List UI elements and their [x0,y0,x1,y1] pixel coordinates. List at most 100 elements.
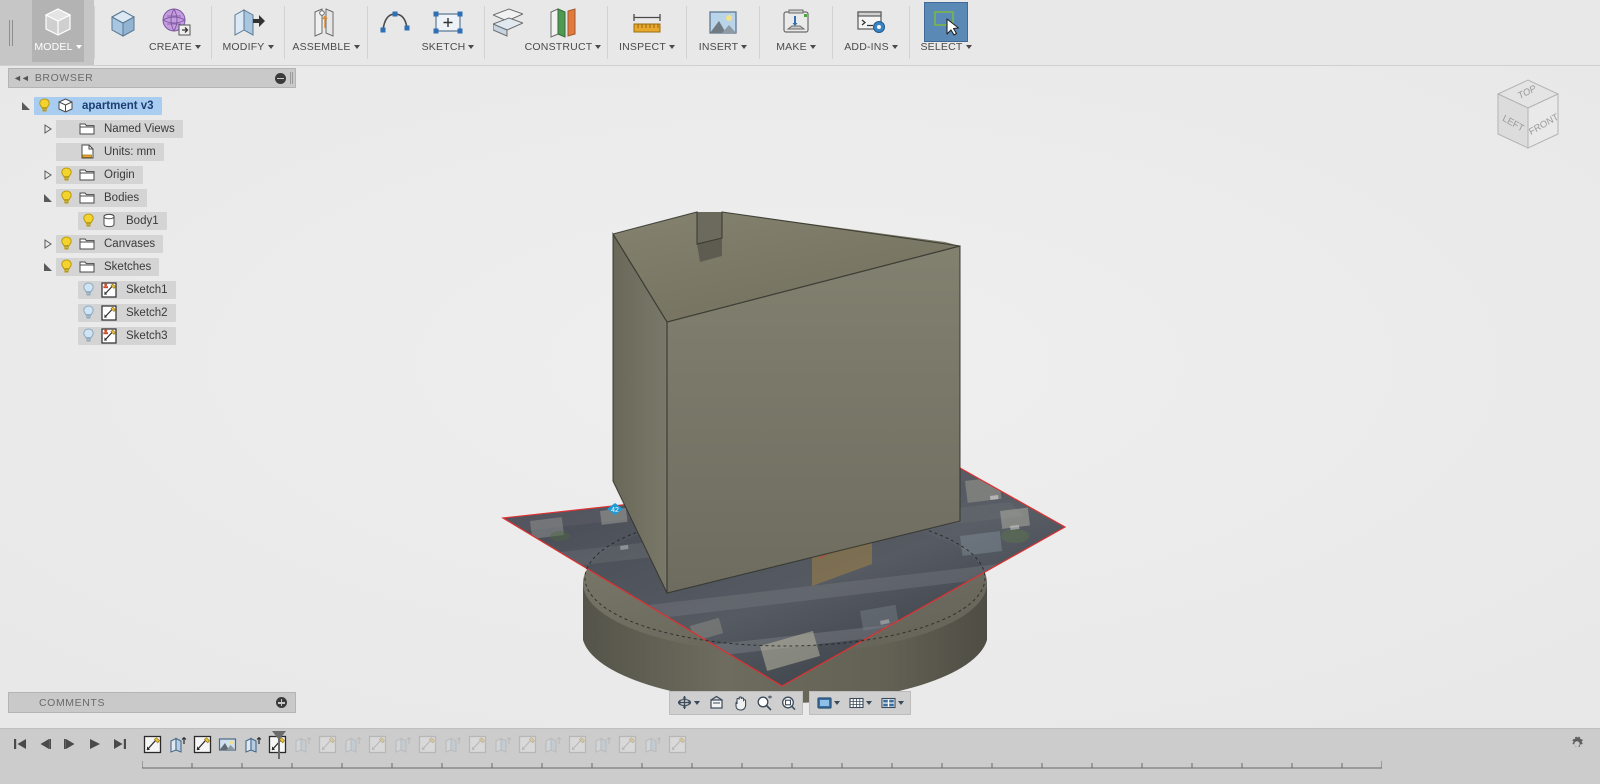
timeline-feature-extrude[interactable] [440,733,465,756]
addins-menu-button[interactable]: ADD-INS [839,0,903,65]
assemble-menu-button[interactable]: ASSEMBLE [291,0,361,65]
chevron-down-icon[interactable] [694,701,700,705]
twisty-open-icon[interactable] [40,262,56,272]
add-comment-icon[interactable] [276,697,287,708]
timeline-feature-sketch[interactable] [140,733,165,756]
workspace-model-button[interactable]: MODEL [28,0,88,65]
tree-node-sketches[interactable]: Sketches [8,255,296,278]
chevron-down-icon[interactable] [898,701,904,705]
panel-grip[interactable] [290,72,291,84]
timeline-feature-extrude[interactable] [290,733,315,756]
timeline-feature-extrude[interactable] [240,733,265,756]
timeline-feature-extrude[interactable] [640,733,665,756]
tree-node-origin[interactable]: Origin [8,163,296,186]
lightbulb-on-icon[interactable] [34,98,54,113]
collapse-left-icon[interactable]: ◄◄ [13,73,30,83]
timeline-feature-sketch[interactable] [365,733,390,756]
chevron-down-icon[interactable] [668,45,675,50]
chevron-down-icon[interactable] [595,45,602,50]
toolbar-grip[interactable] [0,0,22,65]
tree-node-chip[interactable]: Sketches [56,257,160,276]
tree-node-chip[interactable]: apartment v3 [34,96,162,115]
timeline-feature-sketch[interactable] [415,733,440,756]
tree-node-canvases[interactable]: Canvases [8,232,296,255]
tree-node-chip[interactable]: Body1 [78,211,167,230]
timeline-feature-sketch[interactable] [615,733,640,756]
chevron-down-icon[interactable] [809,45,816,50]
tree-node-chip[interactable]: Sketch1 [78,280,176,299]
lightbulb-on-icon[interactable] [56,167,76,182]
timeline-feature-sketch[interactable] [190,733,215,756]
chevron-down-icon[interactable] [891,45,898,50]
tree-node-apartment-v3[interactable]: apartment v3 [8,94,296,117]
twisty-closed-icon[interactable] [40,169,56,180]
tree-node-chip[interactable]: Canvases [56,234,164,253]
chevron-down-icon[interactable] [741,45,748,50]
comments-panel[interactable]: COMMENTS [8,692,296,713]
tree-node-chip[interactable]: Bodies [56,188,148,207]
twisty-closed-icon[interactable] [40,238,56,249]
timeline-feature-extrude[interactable] [165,733,190,756]
play-icon[interactable] [83,733,107,755]
tree-node-chip[interactable]: Units: mm [56,142,164,161]
tree-node-units-mm[interactable]: Units: mm [8,140,296,163]
lightbulb-on-icon[interactable] [56,236,76,251]
inspect-menu-button[interactable]: INSPECT [614,0,680,65]
tree-node-sketch2[interactable]: Sketch2 [8,301,296,324]
twisty-open-icon[interactable] [40,193,56,203]
insert-menu-button[interactable]: INSERT [693,0,753,65]
select-menu-button[interactable]: SELECT [916,0,976,65]
tree-node-body1[interactable]: Body1 [8,209,296,232]
step-forward-icon[interactable] [58,733,82,755]
timeline-feature-sketch[interactable] [665,733,690,756]
make-menu-button[interactable]: MAKE [766,0,826,65]
go-to-beginning-icon[interactable] [8,733,32,755]
minimize-icon[interactable] [275,72,286,84]
sketch-menu-button[interactable]: SKETCH [418,0,478,65]
look-at-icon[interactable] [704,693,728,713]
timeline-feature-extrude[interactable] [590,733,615,756]
timeline-feature-extrude[interactable] [340,733,365,756]
grid-snaps-icon[interactable] [844,693,876,713]
timeline-marker[interactable] [272,731,286,759]
lightbulb-on-icon[interactable] [56,259,76,274]
timeline-feature-sketch[interactable] [515,733,540,756]
create-menu-button[interactable]: CREATE [145,0,205,65]
go-to-end-icon[interactable] [108,733,132,755]
map-marker-icon[interactable]: 42 [607,502,623,515]
display-settings-icon[interactable] [812,693,844,713]
zoom-icon[interactable] [752,693,776,713]
timeline-feature-sketch[interactable] [565,733,590,756]
tree-node-named-views[interactable]: Named Views [8,117,296,140]
tree-node-sketch1[interactable]: Sketch1 [8,278,296,301]
modify-menu-button[interactable]: MODIFY [218,0,278,65]
chevron-down-icon[interactable] [965,45,972,50]
chevron-down-icon[interactable] [468,45,475,50]
chevron-down-icon[interactable] [75,45,82,50]
twisty-open-icon[interactable] [18,101,34,111]
tree-node-bodies[interactable]: Bodies [8,186,296,209]
pan-hand-icon[interactable] [728,693,752,713]
lightbulb-on-icon[interactable] [56,190,76,205]
timeline-settings-gear-icon[interactable] [1568,735,1586,758]
tree-node-sketch3[interactable]: Sketch3 [8,324,296,347]
lightbulb-off-icon[interactable] [78,305,98,320]
tree-node-chip[interactable]: Origin [56,165,143,184]
timeline-feature-extrude[interactable] [390,733,415,756]
sketch-spline-button[interactable] [374,0,418,65]
fit-icon[interactable] [776,693,800,713]
timeline-feature-extrude[interactable] [490,733,515,756]
tree-node-chip[interactable]: Named Views [56,119,183,138]
lightbulb-off-icon[interactable] [78,282,98,297]
lightbulb-off-icon[interactable] [78,328,98,343]
twisty-closed-icon[interactable] [40,123,56,134]
construct-menu-button[interactable]: CONSTRUCT [525,0,602,65]
construct-stack-button[interactable] [491,0,525,65]
view-cube[interactable]: TOP LEFT FRONT [1468,70,1586,166]
timeline-feature-canvas[interactable] [215,733,240,756]
timeline-feature-sketch[interactable] [315,733,340,756]
viewport-layout-icon[interactable] [876,693,908,713]
chevron-down-icon[interactable] [353,45,360,50]
chevron-down-icon[interactable] [866,701,872,705]
orbit-icon[interactable] [672,693,704,713]
